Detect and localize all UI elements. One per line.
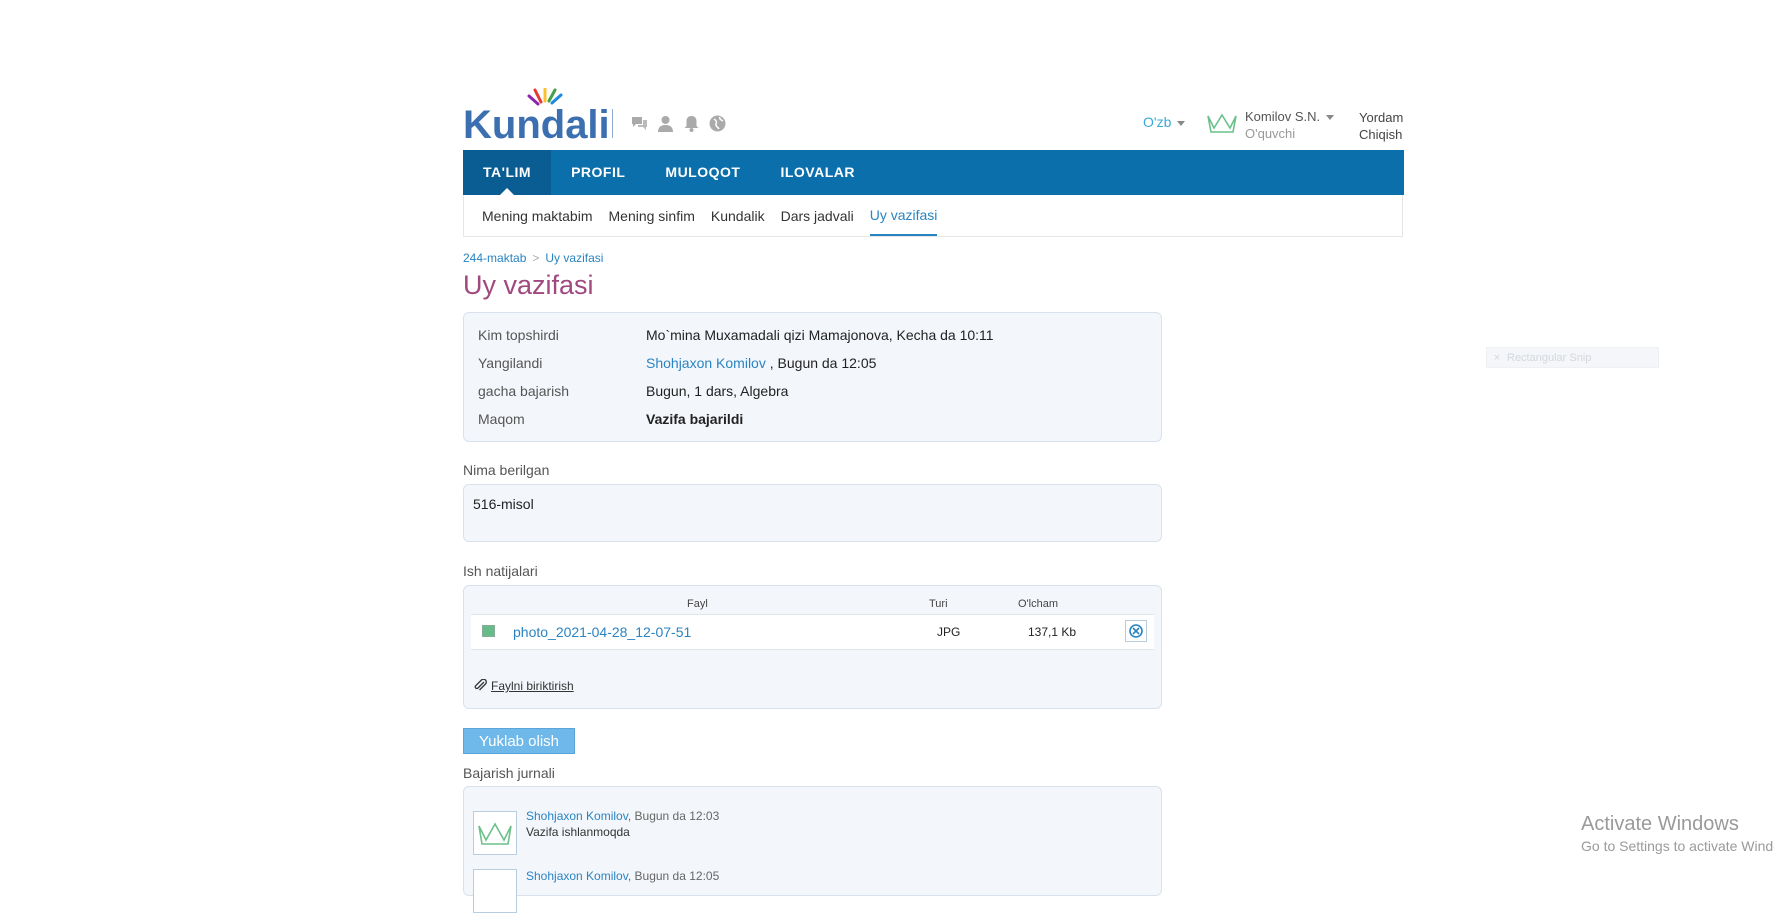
log-entry-header: Shohjaxon Komilov, Bugun da 12:05 <box>526 869 719 883</box>
image-file-icon <box>482 625 495 637</box>
help-link[interactable]: Yordam <box>1359 110 1403 125</box>
crown-avatar-icon[interactable] <box>1206 112 1238 134</box>
log-entry-time: , Bugun da 12:05 <box>627 869 720 883</box>
kundalik-logo[interactable]: Kundalik <box>463 88 613 144</box>
status-value: Vazifa bajarildi <box>646 411 744 427</box>
subnav-my-school[interactable]: Mening maktabim <box>482 195 593 236</box>
due-lesson-link[interactable]: Bugun, 1 dars, Algebra <box>646 383 788 399</box>
bell-icon[interactable] <box>682 114 701 133</box>
file-size: 137,1 Kb <box>1028 625 1077 639</box>
log-entry-message: Vazifa ishlanmoqda <box>526 825 630 839</box>
col-size-header: O'lcham <box>1018 598 1058 610</box>
breadcrumb-school[interactable]: 244-maktab <box>463 251 526 265</box>
log-entry-header: Shohjaxon Komilov, Bugun da 12:03 <box>526 809 719 823</box>
sub-nav: Mening maktabim Mening sinfim Kundalik D… <box>463 195 1403 237</box>
language-selector[interactable]: O'zb <box>1143 114 1186 130</box>
updated-label: Yangilandi <box>478 355 543 371</box>
snip-label: Rectangular Snip <box>1507 352 1592 364</box>
log-author-link[interactable]: Shohjaxon Komilov <box>526 809 628 823</box>
breadcrumb-homework[interactable]: Uy vazifasi <box>545 251 603 265</box>
breadcrumb: 244-maktab > Uy vazifasi <box>463 251 603 265</box>
subnav-my-class[interactable]: Mening sinfim <box>609 195 695 236</box>
header-icons <box>630 114 727 133</box>
attach-file-label: Faylni biriktirish <box>491 679 574 693</box>
windows-activation-subtitle: Go to Settings to activate Windows. <box>1581 838 1774 854</box>
delete-icon <box>1129 624 1143 638</box>
windows-activation-title: Activate Windows <box>1581 813 1739 835</box>
download-button[interactable]: Yuklab olish <box>463 728 575 754</box>
file-row: photo_2021-04-28_12-07-51 JPG 137,1 Kb <box>471 614 1154 650</box>
attach-file-link[interactable]: Faylni biriktirish <box>473 678 574 693</box>
page-title: Uy vazifasi <box>463 270 594 300</box>
due-label: gacha bajarish <box>478 383 570 399</box>
submitted-label: Kim topshirdi <box>478 327 559 343</box>
status-label: Maqom <box>478 411 525 427</box>
log-entry-time: , Bugun da 12:03 <box>627 809 720 823</box>
main-nav-ilovalar[interactable]: ILOVALAR <box>760 150 875 195</box>
given-text: 516-misol <box>473 496 534 512</box>
updated-value: Shohjaxon Komilov , Bugun da 12:05 <box>646 355 876 371</box>
updated-time: , Bugun da 12:05 <box>765 355 877 371</box>
results-panel: Fayl Turi O'lcham photo_2021-04-28_12-07… <box>463 585 1162 709</box>
file-type: JPG <box>937 625 961 639</box>
given-panel: 516-misol <box>463 484 1162 542</box>
user-menu[interactable]: Komilov S.N. <box>1245 109 1335 124</box>
main-nav: TA'LIM PROFIL MULOQOT ILOVALAR <box>463 150 1404 195</box>
chevron-down-icon <box>1326 115 1335 121</box>
avatar <box>473 869 517 913</box>
log-label: Bajarish jurnali <box>463 765 555 781</box>
log-panel: Shohjaxon Komilov, Bugun da 12:03 Vazifa… <box>463 786 1162 913</box>
main-nav-muloqot[interactable]: MULOQOT <box>645 150 760 195</box>
language-label: O'zb <box>1143 114 1172 130</box>
subnav-diary[interactable]: Kundalik <box>711 195 765 236</box>
chevron-down-icon <box>1177 120 1186 126</box>
col-type-header: Turi <box>929 598 948 610</box>
given-label: Nima berilgan <box>463 462 550 478</box>
close-icon: × <box>1493 352 1501 364</box>
breadcrumb-separator: > <box>532 251 540 265</box>
logout-link[interactable]: Chiqish <box>1359 127 1402 142</box>
delete-file-button[interactable] <box>1125 620 1147 642</box>
globe-icon[interactable] <box>708 114 727 133</box>
homework-info-panel: Kim topshirdi Mo`mina Muxamadali qizi Ma… <box>463 312 1162 442</box>
subnav-homework[interactable]: Uy vazifasi <box>869 195 938 236</box>
col-file-header: Fayl <box>687 598 708 610</box>
avatar <box>473 811 517 855</box>
crown-icon <box>478 822 512 845</box>
file-name-link[interactable]: photo_2021-04-28_12-07-51 <box>513 624 691 640</box>
updated-author-link[interactable]: Shohjaxon Komilov <box>646 355 766 371</box>
logo-text: Kundalik <box>463 103 613 144</box>
log-author-link[interactable]: Shohjaxon Komilov <box>526 869 628 883</box>
user-icon[interactable] <box>656 114 675 133</box>
main-nav-talim[interactable]: TA'LIM <box>463 150 552 195</box>
chat-icon[interactable] <box>630 114 649 133</box>
main-nav-profil[interactable]: PROFIL <box>551 150 645 195</box>
user-role: O'quvchi <box>1245 126 1296 141</box>
subnav-schedule[interactable]: Dars jadvali <box>781 195 854 236</box>
paperclip-icon <box>474 678 487 691</box>
snip-tool-ghost: × Rectangular Snip <box>1486 347 1659 368</box>
submitted-value: Mo`mina Muxamadali qizi Mamajonova, Kech… <box>646 327 994 343</box>
results-label: Ish natijalari <box>463 563 538 579</box>
user-name: Komilov S.N. <box>1245 109 1321 124</box>
